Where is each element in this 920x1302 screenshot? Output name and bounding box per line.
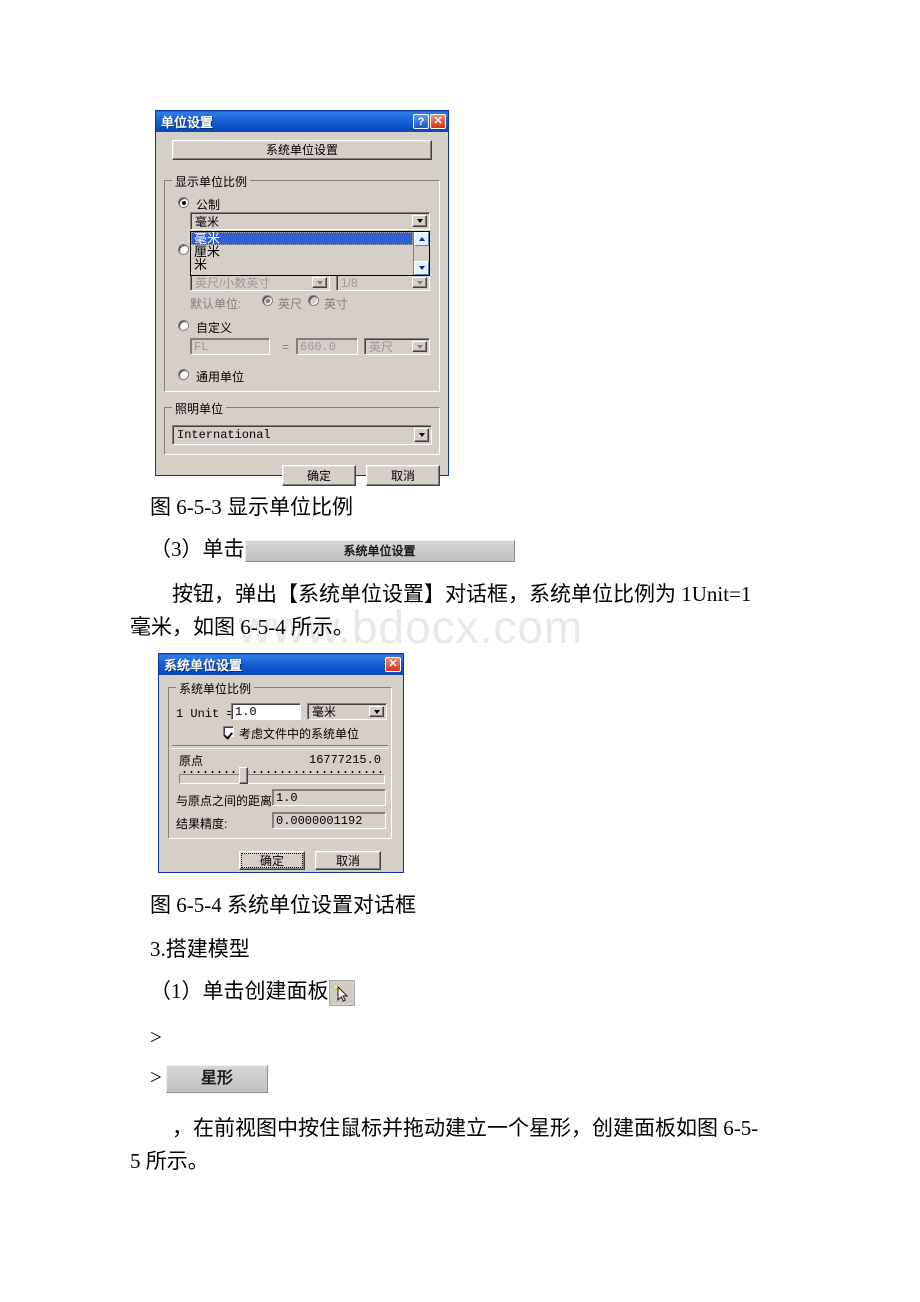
system-unit-setup-button[interactable]: 系统单位设置	[172, 140, 432, 160]
precision-input: 0.0000001192	[272, 812, 386, 829]
metric-unit-combo-value: 毫米	[195, 214, 220, 229]
dialog-system-unit-setup: 系统单位设置 ✕ 系统单位比例 1 Unit = 1.0 毫米 考虑文件中的系统…	[158, 653, 404, 873]
caption-6-5-3: 图 6-5-3 显示单位比例	[150, 495, 353, 519]
slider-thumb[interactable]	[239, 767, 248, 784]
unit-prefix-label: 1 Unit =	[176, 707, 234, 721]
close-icon[interactable]: ✕	[385, 657, 401, 672]
lighting-units-combo[interactable]: International	[172, 425, 432, 445]
cancel-button[interactable]: 取消	[366, 465, 440, 486]
arrow-line-2: > 星形	[150, 1062, 268, 1094]
chevron-down-icon[interactable]	[412, 215, 427, 227]
dropdown-scrollbar[interactable]	[413, 232, 429, 275]
chevron-down-icon	[412, 277, 427, 288]
step-3-prefix: （3）单击	[150, 537, 245, 561]
inline-system-unit-setup-button[interactable]: 系统单位设置	[244, 540, 515, 563]
radio-metric[interactable]	[178, 197, 189, 208]
custom-name-input: FL	[190, 338, 270, 355]
help-icon[interactable]: ?	[413, 114, 429, 129]
step-3-line: （3）单击 系统单位设置	[150, 534, 515, 565]
step-1-prefix: （1）单击创建面板	[150, 979, 329, 1003]
close-icon[interactable]: ✕	[430, 114, 446, 129]
custom-unit-value: 英尺	[369, 340, 394, 354]
custom-equals-label: =	[282, 340, 290, 354]
unit-type-combo[interactable]: 毫米	[307, 703, 387, 720]
paragraph-line-1: 按钮，弹出【系统单位设置】对话框，系统单位比例为 1Unit=1	[172, 582, 752, 606]
custom-name-value: FL	[194, 339, 209, 354]
us-standard-fraction-combo: 1/8	[336, 274, 430, 291]
paragraph-tail-line-2: 5 所示。	[130, 1149, 209, 1173]
caption-6-5-4: 图 6-5-4 系统单位设置对话框	[150, 893, 416, 917]
radio-default-feet	[262, 295, 273, 306]
lighting-units-legend: 照明单位	[172, 400, 227, 417]
chevron-down-icon	[412, 341, 427, 352]
distance-label: 与原点之间的距离:	[176, 794, 276, 808]
us-standard-combo-value: 英尺/小数英寸	[195, 276, 271, 290]
us-standard-fraction-value: 1/8	[341, 275, 358, 290]
arrow-line-1: >	[150, 1025, 162, 1049]
arrow-cursor-icon[interactable]	[328, 980, 355, 1007]
paragraph-tail: ，在前视图中按住鼠标并拖动建立一个星形，创建面板如图 6-5- 5 所示。	[130, 1112, 840, 1178]
radio-us-standard[interactable]	[178, 244, 189, 255]
consider-file-units-label: 考虑文件中的系统单位	[239, 727, 360, 741]
slider-track[interactable]	[179, 774, 385, 784]
radio-default-inch-label: 英寸	[324, 297, 349, 311]
ok-button[interactable]: 确定	[282, 465, 356, 486]
radio-generic-units-label: 通用单位	[196, 370, 245, 384]
default-unit-label: 默认单位:	[190, 297, 242, 311]
dialog-titlebar: 单位设置 ? ✕	[156, 111, 448, 132]
paragraph-after-step3: 按钮，弹出【系统单位设置】对话框，系统单位比例为 1Unit=1 毫米，如图 6…	[130, 578, 830, 644]
dropdown-options: 毫米 厘米 米	[191, 232, 413, 275]
chevron-down-icon[interactable]	[369, 706, 384, 717]
custom-value: 660.0	[300, 339, 337, 354]
unit-value: 1.0	[235, 704, 257, 719]
cancel-button[interactable]: 取消	[315, 851, 381, 870]
ok-button[interactable]: 确定	[239, 851, 305, 870]
distance-input[interactable]: 1.0	[272, 789, 386, 806]
dropdown-option-2[interactable]: 米	[191, 258, 413, 271]
dialog-body: 系统单位设置 显示单位比例 公制 毫米 英尺/小数英寸 1/8 毫米 厘米 米 …	[156, 132, 448, 486]
consider-file-units-checkbox[interactable]	[223, 726, 234, 737]
custom-value-input: 660.0	[296, 338, 358, 355]
group-separator	[172, 745, 388, 749]
system-unit-scale-legend: 系统单位比例	[176, 680, 255, 697]
scroll-up-icon[interactable]	[414, 232, 429, 246]
dialog2-titlebar: 系统单位设置 ✕	[159, 654, 403, 675]
radio-default-inch	[308, 295, 319, 306]
radio-generic-units[interactable]	[178, 369, 189, 380]
step-1-line: （1）单击创建面板	[150, 976, 355, 1007]
metric-unit-dropdown-list[interactable]: 毫米 厘米 米	[190, 231, 430, 276]
heading-build-model: 3.搭建模型	[150, 937, 250, 961]
chevron-down-icon	[312, 277, 327, 288]
paragraph-tail-line-1: ，在前视图中按住鼠标并拖动建立一个星形，创建面板如图 6-5-	[172, 1116, 759, 1140]
precision-value: 0.0000001192	[276, 813, 363, 828]
us-standard-combo: 英尺/小数英寸	[190, 274, 330, 291]
lighting-units-value: International	[177, 428, 271, 442]
distance-value: 1.0	[276, 790, 298, 805]
radio-default-feet-label: 英尺	[278, 297, 303, 311]
metric-unit-combo[interactable]: 毫米	[190, 212, 430, 230]
radio-metric-label: 公制	[196, 198, 221, 212]
dropdown-option-0[interactable]: 毫米	[191, 232, 413, 245]
dropdown-option-1[interactable]: 厘米	[191, 245, 413, 258]
dialog-display-unit-setup: 单位设置 ? ✕ 系统单位设置 显示单位比例 公制 毫米 英尺/小数英寸 1/8	[155, 110, 449, 486]
unit-value-input[interactable]: 1.0	[231, 703, 301, 720]
radio-custom[interactable]	[178, 320, 189, 331]
unit-type-value: 毫米	[312, 705, 337, 719]
precision-label: 结果精度:	[176, 817, 228, 831]
display-unit-scale-legend: 显示单位比例	[172, 173, 251, 190]
origin-label: 原点	[179, 754, 204, 768]
chevron-down-icon[interactable]	[414, 428, 429, 442]
dialog2-title: 系统单位设置	[164, 658, 243, 673]
inline-star-button[interactable]: 星形	[165, 1065, 268, 1094]
dialog2-body: 系统单位比例 1 Unit = 1.0 毫米 考虑文件中的系统单位 原点 167…	[159, 675, 403, 872]
scroll-down-icon[interactable]	[414, 261, 429, 275]
paragraph-line-2: 毫米，如图 6-5-4 所示。	[130, 615, 354, 639]
radio-custom-label: 自定义	[196, 321, 233, 335]
arrow-glyph: >	[150, 1065, 162, 1089]
titlebar-buttons: ✕	[385, 657, 403, 672]
titlebar-buttons: ? ✕	[413, 114, 448, 129]
custom-unit-combo: 英尺	[364, 338, 430, 355]
origin-value: 16777215.0	[309, 753, 382, 767]
dialog-title: 单位设置	[161, 115, 214, 130]
